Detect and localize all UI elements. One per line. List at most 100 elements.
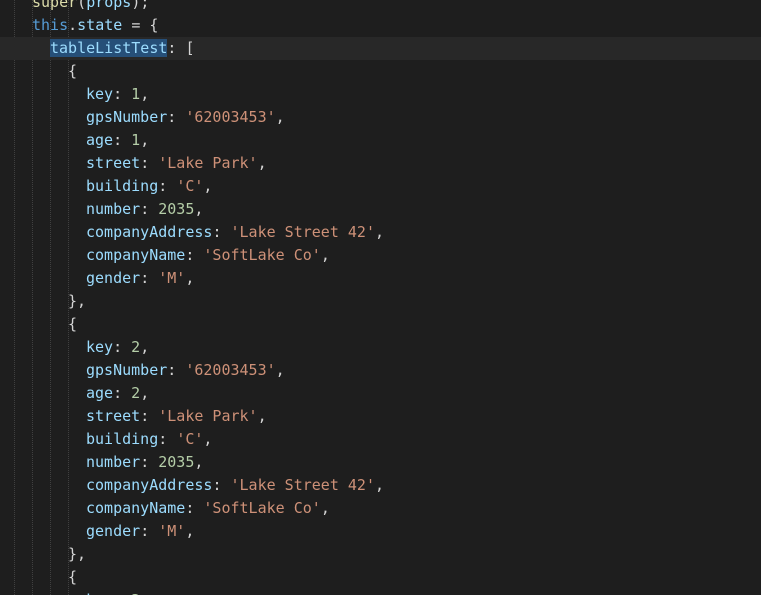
code-line-content: number: 2035, <box>86 198 203 221</box>
code-token: , <box>203 430 213 448</box>
code-line[interactable]: { <box>0 566 761 589</box>
code-line-content: super(props); <box>32 0 149 14</box>
code-line[interactable]: gpsNumber: '62003453', <box>0 359 761 382</box>
code-line-content: companyName: 'SoftLake Co', <box>86 497 330 520</box>
code-token: : <box>140 200 159 218</box>
code-token: 'Lake Park' <box>158 407 258 425</box>
code-token: ); <box>131 0 150 11</box>
code-line[interactable]: gender: 'M', <box>0 267 761 290</box>
code-line[interactable]: age: 1, <box>0 129 761 152</box>
code-line-content: gender: 'M', <box>86 267 194 290</box>
code-token: number <box>86 453 141 471</box>
code-token: this <box>32 16 69 34</box>
code-token: , <box>275 108 285 126</box>
code-token: gpsNumber <box>86 361 168 379</box>
code-line[interactable]: key: 1, <box>0 83 761 106</box>
code-token: 'Lake Street 42' <box>230 223 376 241</box>
code-line-content: key: 3, <box>86 589 149 595</box>
current-code-line[interactable]: tableListTest: [ <box>0 37 761 60</box>
code-line[interactable]: super(props); <box>0 0 761 14</box>
code-line[interactable]: companyName: 'SoftLake Co', <box>0 244 761 267</box>
code-line[interactable]: key: 3, <box>0 589 761 595</box>
code-token: : <box>113 591 131 595</box>
code-line[interactable]: gender: 'M', <box>0 520 761 543</box>
code-token: : <box>113 338 132 356</box>
code-line[interactable]: companyName: 'SoftLake Co', <box>0 497 761 520</box>
code-line[interactable]: this.state = { <box>0 14 761 37</box>
code-token: 2 <box>131 338 141 356</box>
code-token: , <box>140 591 149 595</box>
code-token: , <box>320 246 330 264</box>
code-token: = { <box>122 16 159 34</box>
code-token: 'C' <box>176 177 204 195</box>
code-line-content: this.state = { <box>32 14 158 37</box>
code-token: : <box>185 246 204 264</box>
code-line-content: age: 1, <box>86 129 149 152</box>
code-line-content: age: 2, <box>86 382 149 405</box>
code-token: gender <box>86 269 141 287</box>
code-token: state <box>77 16 123 34</box>
code-token: building <box>86 430 159 448</box>
code-line[interactable]: { <box>0 313 761 336</box>
code-token: , <box>320 499 330 517</box>
code-line-content: number: 2035, <box>86 451 203 474</box>
code-line-content: building: 'C', <box>86 175 212 198</box>
code-token: , <box>194 200 204 218</box>
code-line[interactable]: { <box>0 60 761 83</box>
code-token: 'Lake Park' <box>158 154 258 172</box>
code-token: 'M' <box>158 269 186 287</box>
code-line[interactable]: }, <box>0 543 761 566</box>
code-token: : <box>140 453 159 471</box>
code-token: 1 <box>131 85 141 103</box>
code-line[interactable]: companyAddress: 'Lake Street 42', <box>0 474 761 497</box>
code-token: ( <box>77 0 87 11</box>
code-token: companyAddress <box>86 476 213 494</box>
code-line[interactable]: building: 'C', <box>0 428 761 451</box>
code-line-content: key: 2, <box>86 336 149 359</box>
code-line[interactable]: number: 2035, <box>0 198 761 221</box>
selected-identifier: tableListTest <box>50 39 168 57</box>
code-token: : [ <box>167 39 195 57</box>
code-token: : <box>140 269 159 287</box>
code-token: , <box>375 476 385 494</box>
code-line-content: }, <box>68 543 86 566</box>
code-line[interactable]: number: 2035, <box>0 451 761 474</box>
code-token: , <box>194 453 204 471</box>
code-token: : <box>140 407 159 425</box>
code-token: age <box>86 384 114 402</box>
code-token: : <box>140 522 159 540</box>
code-line-content: gender: 'M', <box>86 520 194 543</box>
code-line-content: companyAddress: 'Lake Street 42', <box>86 474 384 497</box>
code-token: companyName <box>86 246 186 264</box>
code-token: gender <box>86 522 141 540</box>
code-token: 'M' <box>158 522 186 540</box>
code-token: , <box>375 223 385 241</box>
code-line-content: }, <box>68 290 86 313</box>
code-token: : <box>167 108 186 126</box>
code-token: , <box>140 384 150 402</box>
code-line-content: tableListTest: [ <box>50 37 195 60</box>
code-line-content: building: 'C', <box>86 428 212 451</box>
code-line[interactable]: building: 'C', <box>0 175 761 198</box>
code-line[interactable]: street: 'Lake Park', <box>0 405 761 428</box>
code-line[interactable]: key: 2, <box>0 336 761 359</box>
code-token: , <box>257 407 267 425</box>
code-line-content: companyName: 'SoftLake Co', <box>86 244 330 267</box>
code-token: , <box>275 361 285 379</box>
code-token: building <box>86 177 159 195</box>
code-line-content: gpsNumber: '62003453', <box>86 359 285 382</box>
code-line[interactable]: age: 2, <box>0 382 761 405</box>
code-line[interactable]: companyAddress: 'Lake Street 42', <box>0 221 761 244</box>
code-token: 2035 <box>158 200 195 218</box>
code-token: '62003453' <box>185 361 276 379</box>
code-line[interactable]: }, <box>0 290 761 313</box>
code-token: }, <box>68 292 87 310</box>
code-token: 2 <box>131 384 141 402</box>
code-editor[interactable]: super(props); this.state = {tableListTest… <box>0 0 761 595</box>
code-token: super <box>32 0 78 11</box>
code-token: props <box>86 0 132 11</box>
code-line[interactable]: street: 'Lake Park', <box>0 152 761 175</box>
code-token: , <box>140 85 150 103</box>
code-line[interactable]: gpsNumber: '62003453', <box>0 106 761 129</box>
code-token: key <box>86 85 114 103</box>
